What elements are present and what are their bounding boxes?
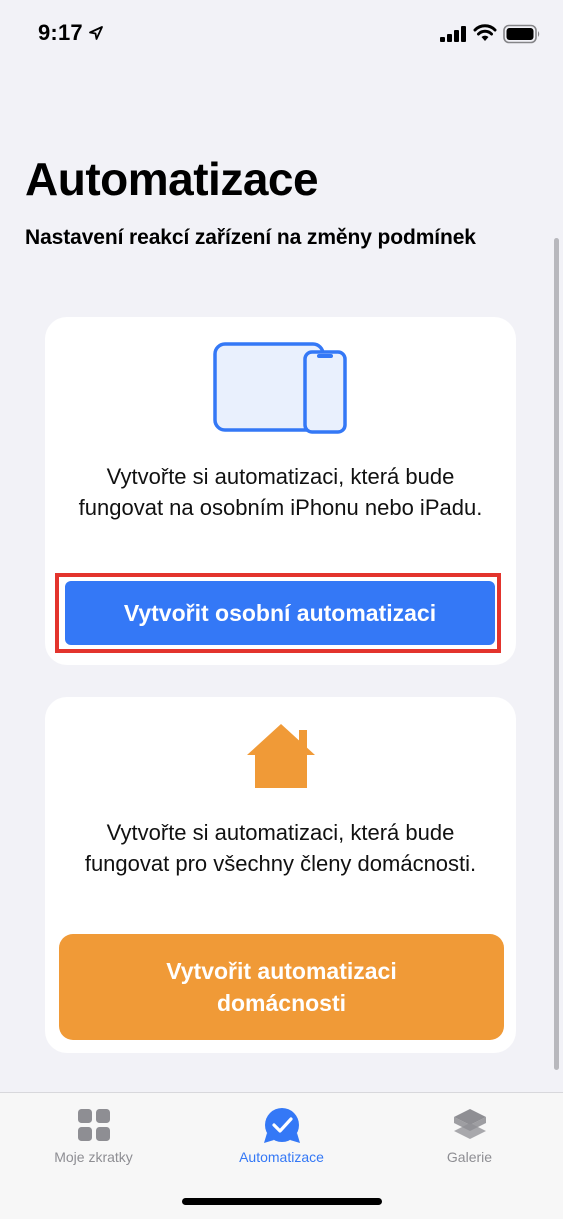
- cellular-signal-icon: [440, 26, 466, 42]
- tab-label: Moje zkratky: [54, 1149, 133, 1165]
- home-automation-card: Vytvořte si automatizaci, která bude fun…: [45, 697, 516, 1053]
- scrollbar[interactable]: [554, 238, 559, 1070]
- home-automation-description: Vytvořte si automatizaci, která bude fun…: [84, 820, 477, 876]
- tab-automation[interactable]: Automatizace: [188, 1093, 375, 1183]
- grid-icon: [77, 1109, 110, 1141]
- tab-label: Automatizace: [239, 1149, 324, 1165]
- status-bar: 9:17: [0, 0, 563, 70]
- house-icon: [247, 724, 315, 788]
- create-personal-automation-button[interactable]: Vytvořit osobní automatizaci: [65, 581, 495, 645]
- tab-gallery[interactable]: Galerie: [376, 1093, 563, 1183]
- tab-my-shortcuts[interactable]: Moje zkratky: [0, 1093, 187, 1183]
- home-indicator[interactable]: [182, 1198, 382, 1205]
- ipad-iphone-icon: [213, 342, 347, 434]
- automation-clock-check-icon: [263, 1108, 300, 1143]
- create-home-automation-button[interactable]: Vytvořit automatizaci domácnosti: [59, 934, 504, 1040]
- page-title: Automatizace: [25, 153, 319, 205]
- location-arrow-icon: [89, 26, 103, 40]
- personal-automation-card: Vytvořte si automatizaci, která bude fun…: [45, 317, 516, 665]
- wifi-icon: [473, 24, 497, 41]
- personal-automation-description: Vytvořte si automatizaci, která bude fun…: [78, 464, 483, 520]
- battery-icon: [503, 24, 540, 44]
- layers-icon: [453, 1109, 486, 1139]
- tab-label: Galerie: [446, 1149, 493, 1165]
- page-subtitle: Nastavení reakcí zařízení na změny podmí…: [25, 226, 476, 249]
- status-time: 9:17: [38, 20, 83, 45]
